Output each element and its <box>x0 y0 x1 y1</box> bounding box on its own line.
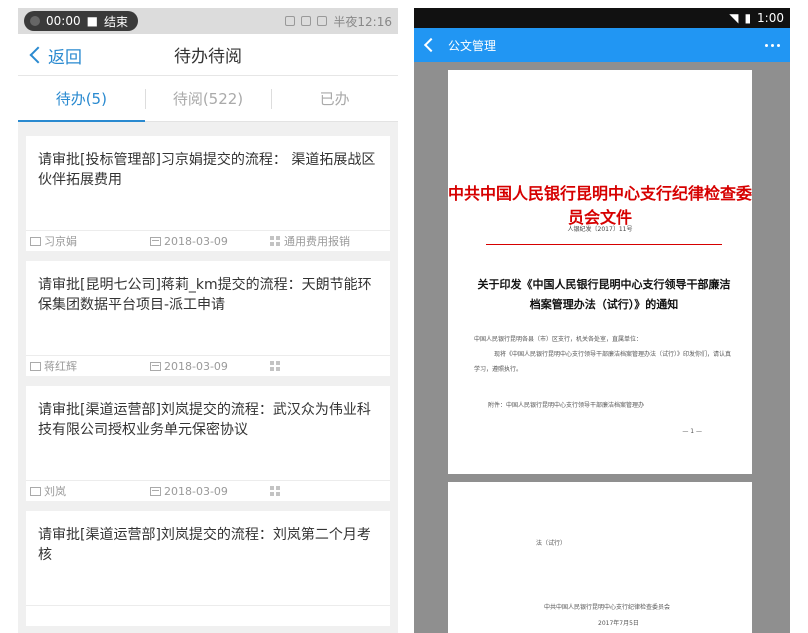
person-card-icon <box>30 236 41 246</box>
signal-icon <box>285 16 296 26</box>
stop-icon: ■ <box>86 14 98 28</box>
calendar-icon <box>150 236 161 246</box>
item-meta: 刘岚 2018-03-09 <box>26 481 390 501</box>
category-icon <box>270 360 281 372</box>
screenshot-root: 00:00 ■ 结束 半夜12:16 返回 待办待阅 待办(5) 待阅(522)… <box>0 0 808 633</box>
item-date: 2018-03-09 <box>164 359 228 373</box>
document-page-1: 中共中国人民银行昆明中心支行纪律检查委员会文件 人银纪发〔2017〕11号 关于… <box>448 70 752 474</box>
record-icon <box>30 16 40 26</box>
meta-person: 刘岚 <box>30 483 150 499</box>
todo-list: 请审批[投标管理部]习京娟提交的流程： 渠道拓展战区伙伴拓展费用 习京娟 201… <box>18 122 398 626</box>
item-date: 2018-03-09 <box>164 484 228 498</box>
more-menu-button[interactable] <box>758 28 786 62</box>
person-name: 习京娟 <box>44 235 77 248</box>
wifi-icon <box>301 16 312 26</box>
doc-number: 人银纪发〔2017〕11号 <box>567 226 633 233</box>
chevron-left-icon <box>423 37 439 53</box>
meta-category <box>270 485 284 497</box>
meta-date: 2018-03-09 <box>150 360 270 373</box>
doc-body: 现将《中国人民银行昆明中心支行领导干部廉洁档案管理办法（试行）》印发你们，请认真… <box>474 351 732 373</box>
item-date: 2018-03-09 <box>164 234 228 248</box>
back-button[interactable]: 返回 <box>28 34 82 76</box>
doc-date: 2017年7月5日 <box>598 620 639 627</box>
meta-date: 2018-03-09 <box>150 235 270 248</box>
list-item[interactable]: 请审批[渠道运营部]刘岚提交的流程：刘岚第二个月考核 <box>26 511 390 626</box>
clock: 1:00 <box>757 11 784 25</box>
list-item[interactable]: 请审批[渠道运营部]刘岚提交的流程：武汉众为伟业科技有限公司授权业务单元保密协议… <box>26 386 390 501</box>
item-text[interactable]: 请审批[渠道运营部]刘岚提交的流程：刘岚第二个月考核 <box>26 511 390 606</box>
person-card-icon <box>30 486 41 496</box>
person-name: 蒋红辉 <box>44 360 77 373</box>
doc-signature: 中共中国人民银行昆明中心支行纪律检查委员会 <box>544 604 671 611</box>
doc-header: 中共中国人民银行昆明中心支行纪律检查委员会文件 <box>448 184 753 227</box>
app-bar: 公文管理 <box>414 28 790 62</box>
tab-bar: 待办(5) 待阅(522) 已办 <box>18 76 398 122</box>
more-dot-icon <box>770 43 774 47</box>
wifi-icon: ◥ <box>729 11 739 25</box>
item-text[interactable]: 请审批[渠道运营部]刘岚提交的流程：武汉众为伟业科技有限公司授权业务单元保密协议 <box>26 386 390 481</box>
meta-date: 2018-03-09 <box>150 485 270 498</box>
item-meta: 蒋红辉 2018-03-09 <box>26 356 390 376</box>
nav-bar: 返回 待办待阅 <box>18 34 398 76</box>
meta-category <box>270 360 284 372</box>
battery-icon: ▮ <box>744 11 752 25</box>
back-label: 返回 <box>48 47 82 68</box>
page-number: — 1 — <box>682 428 702 435</box>
doc-addressee: 中国人民银行昆明各县（市）区支行，机关各处室，直属单位： <box>474 336 643 343</box>
document-viewer-screen: ◥ ▮ 1:00 公文管理 中共中国人民银行昆明中心支行纪律检查委员会文件 人银… <box>414 8 790 633</box>
call-pill[interactable]: 00:00 ■ 结束 <box>24 11 138 31</box>
red-divider <box>486 244 722 245</box>
clock: 半夜12:16 <box>333 14 392 29</box>
meta-category: 通用费用报销 <box>270 233 350 249</box>
calendar-icon <box>150 486 161 496</box>
item-text[interactable]: 请审批[昆明七公司]蒋莉_km提交的流程：天朗节能环保集团数据平台项目-派工申请 <box>26 261 390 356</box>
call-timer: 00:00 <box>46 14 81 28</box>
meta-person: 习京娟 <box>30 233 150 249</box>
meta-person: 蒋红辉 <box>30 358 150 374</box>
person-card-icon <box>30 361 41 371</box>
chevron-left-icon <box>29 46 47 64</box>
item-meta: 习京娟 2018-03-09 通用费用报销 <box>26 231 390 251</box>
category-icon <box>270 485 281 497</box>
status-icons: 半夜12:16 <box>285 13 392 30</box>
status-bar: ◥ ▮ 1:00 <box>414 8 790 28</box>
document-page-2: 法（试行） 中共中国人民银行昆明中心支行纪律检查委员会 2017年7月5日 <box>448 482 752 633</box>
list-item[interactable]: 请审批[昆明七公司]蒋莉_km提交的流程：天朗节能环保集团数据平台项目-派工申请… <box>26 261 390 376</box>
doc-title: 关于印发《中国人民银行昆明中心支行领导干部廉洁档案管理办法（试行）》的通知 <box>477 278 731 311</box>
more-dot-icon <box>764 43 768 47</box>
item-text[interactable]: 请审批[投标管理部]习京娟提交的流程： 渠道拓展战区伙伴拓展费用 <box>26 136 390 231</box>
person-name: 刘岚 <box>44 485 66 498</box>
doc-attachment: 附件：中国人民银行昆明中心支行领导干部廉洁档案管理办 <box>488 402 645 409</box>
status-bar: 00:00 ■ 结束 半夜12:16 <box>18 8 398 34</box>
list-item[interactable]: 请审批[投标管理部]习京娟提交的流程： 渠道拓展战区伙伴拓展费用 习京娟 201… <box>26 136 390 251</box>
tab-done[interactable]: 已办 <box>271 76 398 121</box>
more-dot-icon <box>776 43 780 47</box>
end-call-label: 结束 <box>103 14 128 29</box>
tab-todo[interactable]: 待办(5) <box>18 76 145 122</box>
back-button[interactable] <box>414 28 444 62</box>
todo-app-screen: 00:00 ■ 结束 半夜12:16 返回 待办待阅 待办(5) 待阅(522)… <box>18 8 398 633</box>
battery-icon <box>317 16 328 26</box>
item-meta <box>26 606 390 626</box>
app-title: 公文管理 <box>448 38 497 53</box>
calendar-icon <box>150 361 161 371</box>
category-icon <box>270 235 281 247</box>
item-category: 通用费用报销 <box>284 235 350 248</box>
doc-continuation: 法（试行） <box>536 540 567 547</box>
tab-to-read[interactable]: 待阅(522) <box>144 76 272 121</box>
